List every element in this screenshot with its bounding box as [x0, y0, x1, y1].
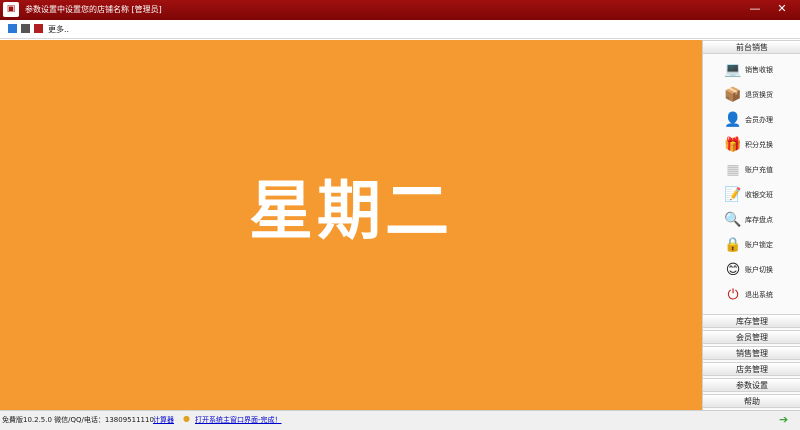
switch-user-icon: 😊 — [725, 262, 741, 278]
sidebar-header-front-sales[interactable]: 前台销售 — [703, 40, 800, 54]
sidebar-item-return-exchange[interactable]: 📦 退货换货 — [703, 83, 800, 107]
lock-icon: 🔒 — [724, 237, 742, 253]
open-main-window-link[interactable]: 打开系统主窗口界面-完成！ — [195, 415, 282, 425]
power-icon: ⏻ — [727, 287, 739, 303]
sidebar-item-label: 账户充值 — [745, 166, 773, 174]
sidebar-item-label: 销售收银 — [745, 66, 773, 74]
document-check-icon: 📝 — [724, 187, 742, 203]
sidebar-item-shift-handover[interactable]: 📝 收银交班 — [703, 183, 800, 207]
sidebar: 前台销售 💻 销售收银 📦 退货换货 👤 会员办理 🎁 积分兑换 ▦ 账户充值 … — [702, 40, 800, 410]
weekday-display: 星期二 — [249, 175, 453, 249]
calendar-grid-icon: ▦ — [726, 162, 740, 178]
theme-blue-swatch[interactable] — [8, 24, 17, 33]
version-info: 免費版10.2.5.0 微信/QQ/电话：13809511110 — [2, 416, 154, 424]
sidebar-item-label: 库存盘点 — [745, 216, 773, 224]
arrow-right-icon[interactable]: ➔ — [779, 413, 788, 426]
main-panel: 星期二 — [0, 40, 702, 410]
calculator-link[interactable]: 计算器 — [153, 415, 174, 425]
theme-red-swatch[interactable] — [34, 24, 43, 33]
sidebar-item-label: 退货换货 — [745, 91, 773, 99]
minimize-button[interactable]: — — [748, 2, 762, 16]
magnifier-icon: 🔍 — [724, 212, 742, 228]
more-link[interactable]: 更多.. — [48, 24, 69, 35]
sidebar-header-settings[interactable]: 参数设置 — [703, 378, 800, 392]
sidebar-header-inventory[interactable]: 库存管理 — [703, 314, 800, 328]
info-icon: ● — [183, 414, 190, 423]
sidebar-item-points-redeem[interactable]: 🎁 积分兑换 — [703, 133, 800, 157]
title-bar: ▣ 参数设置中设置您的店铺名称 [管理员] — ✕ — [0, 0, 800, 20]
return-box-icon: 📦 — [724, 87, 742, 103]
sidebar-item-member-register[interactable]: 👤 会员办理 — [703, 108, 800, 132]
window-title: 参数设置中设置您的店铺名称 [管理员] — [25, 5, 162, 14]
app-logo-icon: ▣ — [3, 2, 19, 17]
sidebar-item-label: 退出系统 — [745, 291, 773, 299]
sidebar-item-label: 账户切换 — [745, 266, 773, 274]
laptop-icon: 💻 — [724, 62, 742, 78]
sidebar-item-label: 收银交班 — [745, 191, 773, 199]
sidebar-item-inventory-check[interactable]: 🔍 库存盘点 — [703, 208, 800, 232]
sidebar-item-sales-checkout[interactable]: 💻 销售收银 — [703, 58, 800, 82]
close-button[interactable]: ✕ — [775, 2, 789, 16]
sidebar-header-store[interactable]: 店务管理 — [703, 362, 800, 376]
sidebar-item-account-lock[interactable]: 🔒 账户锁定 — [703, 233, 800, 257]
sidebar-item-account-switch[interactable]: 😊 账户切换 — [703, 258, 800, 282]
sidebar-item-label: 会员办理 — [745, 116, 773, 124]
sidebar-item-account-topup[interactable]: ▦ 账户充值 — [703, 158, 800, 182]
gift-icon: 🎁 — [724, 137, 742, 153]
sidebar-header-sales[interactable]: 销售管理 — [703, 346, 800, 360]
sidebar-item-exit-system[interactable]: ⏻ 退出系统 — [703, 283, 800, 307]
sidebar-item-label: 账户锁定 — [745, 241, 773, 249]
sidebar-header-members[interactable]: 会员管理 — [703, 330, 800, 344]
theme-gray-swatch[interactable] — [21, 24, 30, 33]
sidebar-header-help[interactable]: 帮助 — [703, 394, 800, 408]
toolbar: 更多.. — [0, 20, 800, 39]
status-bar: 免費版10.2.5.0 微信/QQ/电话：13809511110 计算器 ● 打… — [0, 410, 800, 430]
member-add-icon: 👤 — [724, 112, 742, 128]
sidebar-item-label: 积分兑换 — [745, 141, 773, 149]
